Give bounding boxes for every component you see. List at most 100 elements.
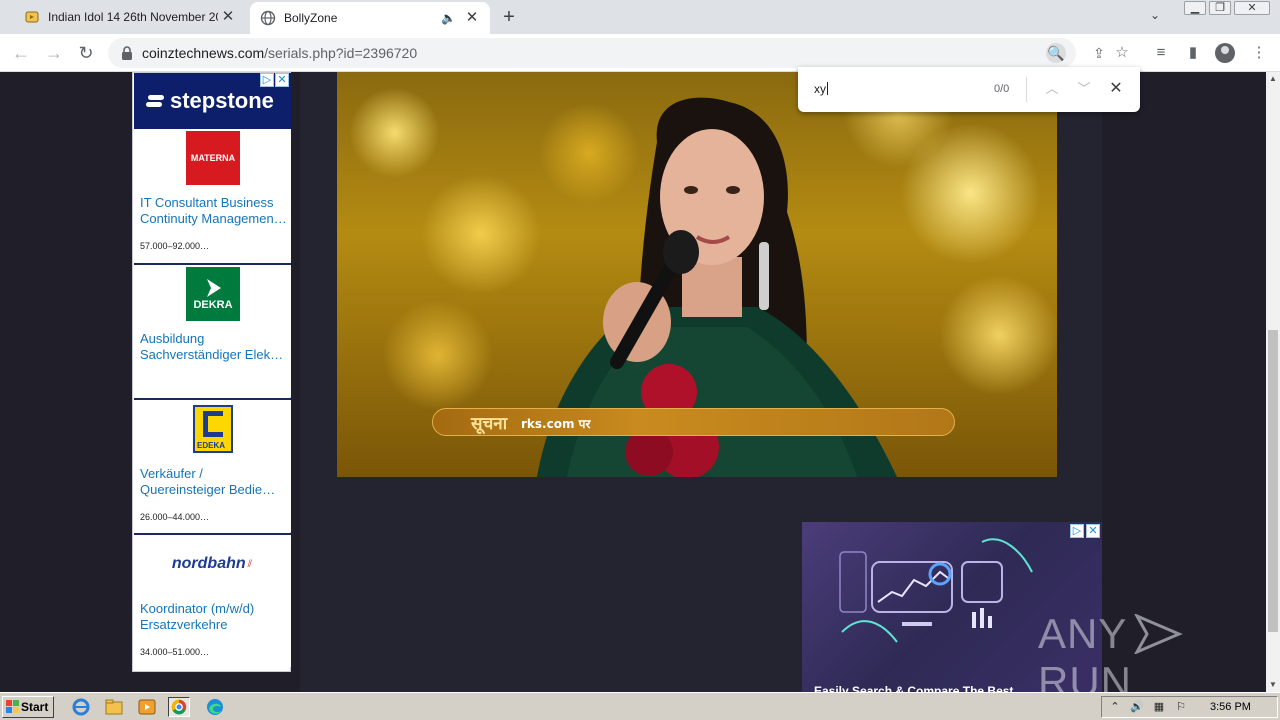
lower-third-ticker: rks.com पर <box>521 417 591 431</box>
forward-icon[interactable]: → <box>43 42 65 64</box>
scroll-up-arrow-icon[interactable]: ▲ <box>1266 72 1280 86</box>
windows-logo-icon <box>6 700 19 713</box>
tab-indian-idol[interactable]: Indian Idol 14 26th November 2023 Video … <box>14 0 246 34</box>
web-page: सूचना rks.com पर stepstone ▷ ✕ MATERNA I… <box>0 72 1266 692</box>
logo-text: DEKRA <box>193 299 233 311</box>
tab-strip: Indian Idol 14 26th November 2023 Video … <box>0 0 1280 34</box>
action-center-flag-icon[interactable]: ⚐ <box>1174 700 1188 714</box>
windows-taskbar: Start ⌃ 🔊 ▦ ⚐ 3:56 PM <box>0 692 1280 720</box>
url-text[interactable]: coinztechnews.com/serials.php?id=2396720 <box>142 45 417 61</box>
speaker-icon[interactable]: 🔈 <box>441 11 456 25</box>
materna-logo: MATERNA <box>186 131 240 185</box>
volume-icon[interactable]: 🔊 <box>1130 700 1144 714</box>
ad-close-icon[interactable]: ✕ <box>275 73 289 87</box>
show-hidden-icons-chevron-icon[interactable]: ⌃ <box>1108 700 1122 714</box>
logo-text: MATERNA <box>190 153 236 163</box>
address-bar[interactable]: coinztechnews.com/serials.php?id=2396720… <box>108 38 1105 68</box>
edge-icon[interactable] <box>204 697 226 717</box>
close-icon[interactable]: ✕ <box>464 10 480 26</box>
file-explorer-icon[interactable] <box>103 697 125 717</box>
logo-text: EDEKA <box>197 441 226 450</box>
find-bar: xy 0/0 ︿ ﹀ ✕ <box>798 67 1140 112</box>
find-next-chevron-down-icon[interactable]: ﹀ <box>1074 79 1094 99</box>
lower-third-banner: सूचना rks.com पर <box>432 408 955 436</box>
job-title[interactable]: Koordinator (m/w/d) Ersatzverkehre <box>140 601 288 633</box>
watermark-text-left: ANY <box>1038 610 1128 657</box>
find-previous-chevron-up-icon[interactable]: ︿ <box>1042 79 1062 99</box>
job-listing[interactable]: EDEKA Verkäufer / Quereinsteiger Bedie… … <box>134 398 291 532</box>
start-button[interactable]: Start <box>2 696 54 718</box>
new-tab-button[interactable]: + <box>498 6 520 28</box>
share-icon[interactable]: ⇪ <box>1089 43 1109 63</box>
system-tray: ⌃ 🔊 ▦ ⚐ 3:56 PM <box>1101 696 1278 718</box>
ad-choices-icon[interactable]: ▷ <box>1070 524 1084 538</box>
internet-explorer-icon[interactable] <box>70 697 92 717</box>
profile-avatar-icon[interactable] <box>1215 43 1235 63</box>
job-title-line: Verkäufer / <box>140 466 203 481</box>
play-logo-icon <box>1134 614 1184 654</box>
url-domain: coinztechnews.com <box>142 45 265 61</box>
job-listing[interactable]: MATERNA IT Consultant Business Continuit… <box>134 129 291 263</box>
job-title-line: Ersatzverkehre <box>140 617 228 632</box>
job-title-line: Koordinator (m/w/d) <box>140 601 255 616</box>
nordbahn-stripes-icon: ⫽ <box>247 558 253 570</box>
job-title-line: Sachverständiger Elek… <box>140 347 284 362</box>
job-title[interactable]: Ausbildung Sachverständiger Elek… <box>140 331 288 363</box>
logo-text: nordbahn <box>171 555 246 572</box>
back-icon[interactable]: ← <box>10 42 32 64</box>
window-close-icon[interactable]: ✕ <box>1234 1 1270 15</box>
media-player-icon[interactable] <box>136 697 158 717</box>
find-match-count: 0/0 <box>994 83 1010 95</box>
page-scrollbar[interactable]: ▲ ▼ <box>1266 72 1280 692</box>
tab-bollyzone[interactable]: BollyZone 🔈 ✕ <box>250 2 490 34</box>
close-icon[interactable]: ✕ <box>220 9 236 25</box>
lock-icon[interactable] <box>120 45 134 61</box>
job-title[interactable]: Verkäufer / Quereinsteiger Bedie… <box>140 466 288 498</box>
job-title-line: Quereinsteiger Bedie… <box>140 482 276 497</box>
edeka-logo: EDEKA <box>186 402 240 456</box>
nordbahn-logo: nordbahn ⫽ <box>162 537 262 591</box>
lower-third-hindi: सूचना <box>471 414 508 434</box>
job-title-line: IT Consultant Business <box>140 195 274 210</box>
tab-search-chevron-icon[interactable]: ⌄ <box>1150 8 1160 22</box>
find-in-page-icon[interactable]: 🔍 <box>1046 43 1066 63</box>
ad-close-icon[interactable]: ✕ <box>1086 524 1100 538</box>
job-listing[interactable]: DEKRA Ausbildung Sachverständiger Elek… <box>134 263 291 397</box>
job-salary: 34.000–51.000… <box>140 647 210 657</box>
find-divider <box>1026 77 1027 102</box>
job-listing[interactable]: nordbahn ⫽ Koordinator (m/w/d) Ersatzver… <box>134 533 291 667</box>
text-caret <box>827 82 828 95</box>
job-title[interactable]: IT Consultant Business Continuity Manage… <box>140 195 288 227</box>
minimize-icon[interactable]: ▁ <box>1184 1 1206 15</box>
job-salary: 26.000–44.000… <box>140 512 210 522</box>
start-label: Start <box>21 700 49 714</box>
scroll-thumb[interactable] <box>1268 330 1278 632</box>
reload-icon[interactable]: ↻ <box>75 42 97 64</box>
restore-icon[interactable]: ❐ <box>1209 1 1231 15</box>
ad-tagline: Easily Search & Compare The Best <box>814 684 1014 692</box>
bookmark-star-icon[interactable]: ☆ <box>1112 43 1132 63</box>
job-title-line: Ausbildung <box>140 331 205 346</box>
ad-choices-icon[interactable]: ▷ <box>260 73 274 87</box>
audio-favicon-icon <box>25 11 39 23</box>
more-menu-icon[interactable]: ⋮ <box>1249 43 1269 63</box>
stepstone-logo-icon <box>146 95 164 107</box>
video-player[interactable]: सूचना rks.com पर <box>337 72 1057 477</box>
url-path: /serials.php?id=2396720 <box>264 45 418 61</box>
job-salary: 57.000–92.000… <box>140 241 210 251</box>
tab-title: Indian Idol 14 26th November 2023 Video … <box>48 10 218 24</box>
job-title-line: Continuity Managemen… <box>140 211 287 226</box>
dekra-triangle-icon <box>207 279 221 297</box>
chrome-icon[interactable] <box>168 697 190 717</box>
dekra-logo: DEKRA <box>186 267 240 321</box>
find-query: xy <box>814 82 826 96</box>
side-panel-icon[interactable]: ▮ <box>1183 43 1203 63</box>
network-icon[interactable]: ▦ <box>1152 700 1166 714</box>
media-queue-icon[interactable]: ≡ <box>1151 43 1171 63</box>
left-ad-column[interactable]: stepstone ▷ ✕ MATERNA IT Consultant Busi… <box>132 72 291 672</box>
find-input[interactable]: xy <box>814 82 828 96</box>
stepstone-brand: stepstone <box>170 88 274 113</box>
tab-title: BollyZone <box>284 11 338 25</box>
taskbar-clock[interactable]: 3:56 PM <box>1210 701 1251 713</box>
find-close-icon[interactable]: ✕ <box>1106 79 1126 99</box>
